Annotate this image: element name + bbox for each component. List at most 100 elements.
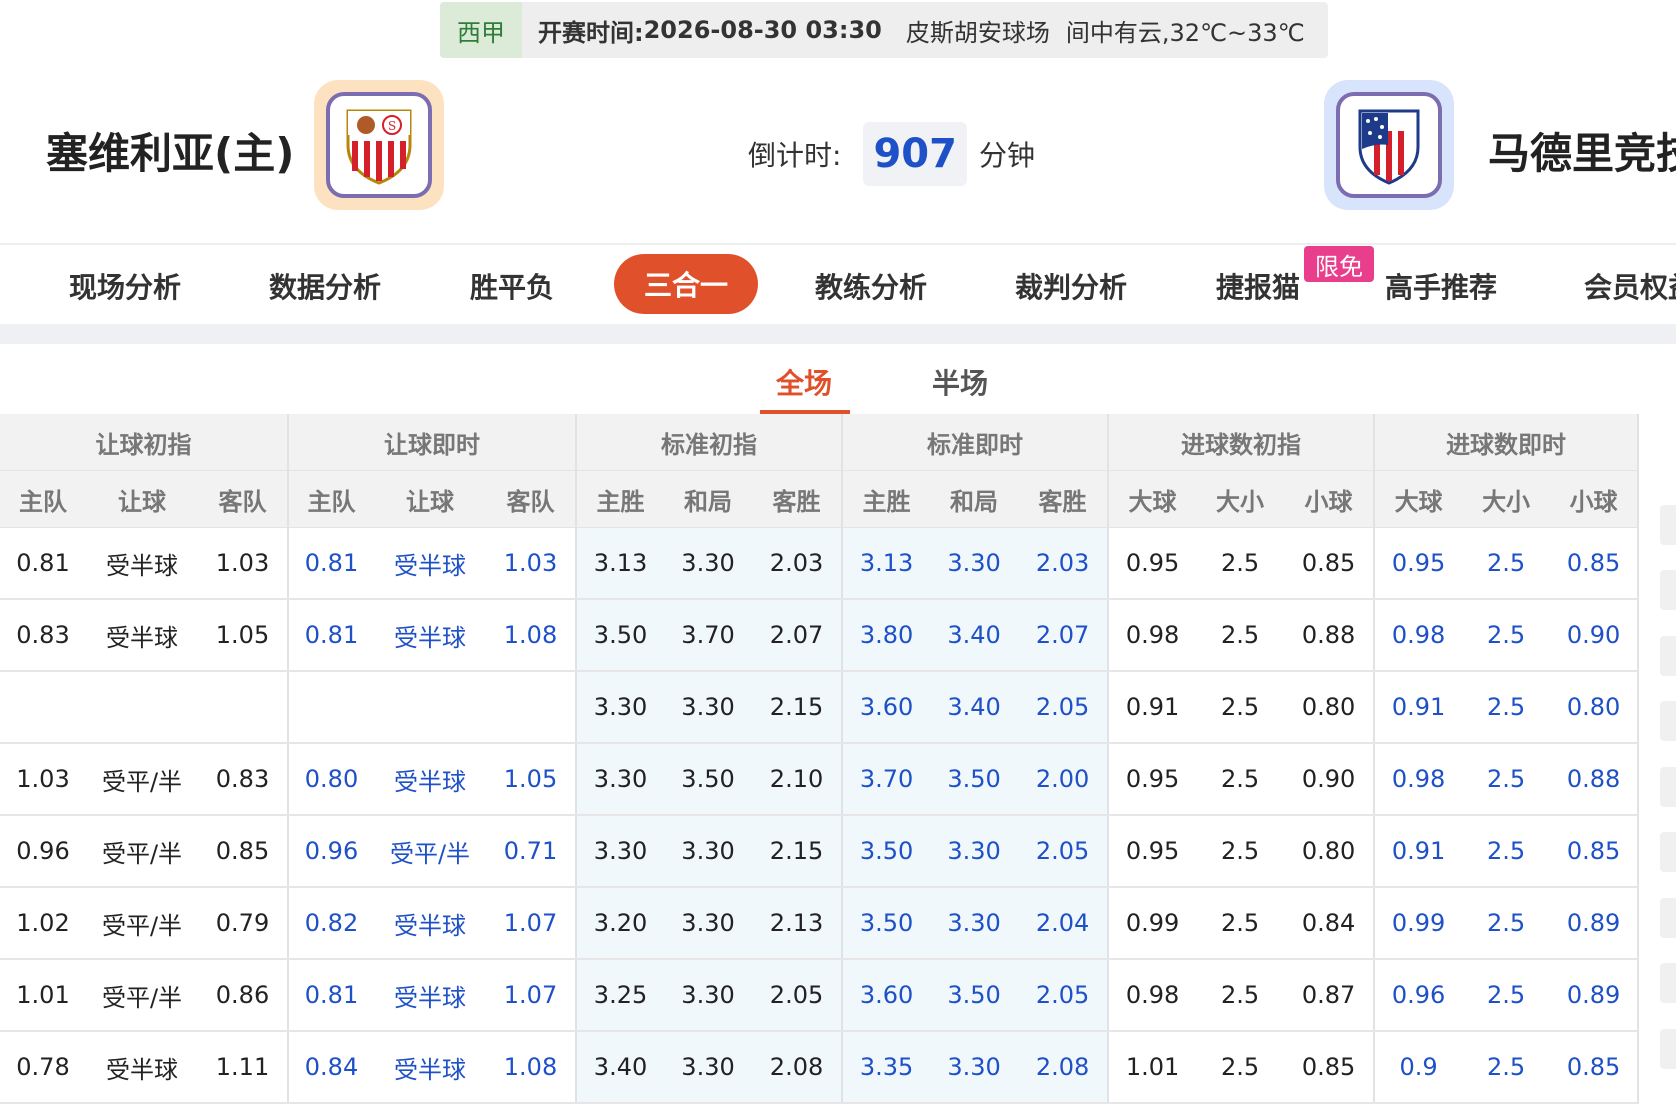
subtab-half-match[interactable]: 半场	[932, 362, 988, 402]
subtab-full-match[interactable]: 全场	[776, 362, 832, 402]
away-team-crest[interactable]	[1324, 80, 1454, 210]
odds-body: 0.81 受半球 1.03 0.81 受半球 1.03 3.13 3.30 2.03 3.13 3.…	[0, 527, 1640, 1104]
odds-cell: 0.95	[1108, 527, 1197, 600]
odds-cell: 0.81	[0, 527, 86, 600]
odds-cell: 2.5	[1462, 887, 1551, 960]
away-team-name[interactable]: 马德里竞技	[1488, 120, 1676, 181]
odds-cell: 3.40	[930, 671, 1019, 744]
table-row[interactable]: 0.78 受半球 1.11 0.84 受半球 1.08 3.40 3.30 2.08 3.35 3.…	[0, 1031, 1640, 1104]
tab-coach-analysis[interactable]: 教练分析	[786, 254, 956, 318]
odds-cell: 0.99	[1374, 887, 1463, 960]
odds-cell: 2.07	[1018, 599, 1110, 672]
column-header: 小球	[1550, 470, 1640, 528]
tab-data-analysis[interactable]: 数据分析	[240, 254, 410, 318]
odds-cell: 2.5	[1196, 959, 1285, 1032]
odds-cell: 0.81	[288, 599, 374, 672]
odds-cell: 3.30	[664, 887, 753, 960]
kickoff-label: 开赛时间:	[538, 18, 644, 47]
odds-cell: 0.85	[1284, 1031, 1376, 1104]
odds-cell	[198, 671, 289, 744]
table-row[interactable]: 3.30 3.30 2.15 3.60 3.40 2.05 0.91 2.5 0.80 0.91 2…	[0, 671, 1640, 744]
odds-cell: 受半球	[86, 527, 198, 600]
odds-cell: 2.5	[1462, 959, 1551, 1032]
table-row[interactable]: 0.81 受半球 1.03 0.81 受半球 1.03 3.13 3.30 2.03 3.13 3.…	[0, 527, 1640, 600]
odds-cell: 0.96	[0, 815, 86, 888]
odds-cell: 0.78	[0, 1031, 86, 1104]
odds-cell: 0.89	[1550, 959, 1640, 1032]
odds-cell: 3.13	[842, 527, 931, 600]
home-team-name[interactable]: 塞维利亚(主)	[46, 120, 294, 181]
odds-cell: 2.5	[1196, 887, 1285, 960]
tab-live-analysis[interactable]: 现场分析	[40, 254, 210, 318]
tab-expert-picks[interactable]: 高手推荐	[1356, 254, 1526, 318]
odds-cell: 0.82	[288, 887, 374, 960]
row-edge-marker	[1660, 898, 1676, 938]
table-row[interactable]: 0.96 受平/半 0.85 0.96 受平/半 0.71 3.30 3.30 2.15 3.50…	[0, 815, 1640, 888]
odds-cell: 0.98	[1108, 959, 1197, 1032]
odds-cell: 2.5	[1462, 671, 1551, 744]
column-header: 客队	[486, 470, 578, 528]
column-header: 让球	[86, 470, 198, 528]
odds-cell: 0.9	[1374, 1031, 1463, 1104]
odds-cell: 0.83	[198, 743, 289, 816]
odds-cell: 2.04	[1018, 887, 1110, 960]
odds-cell: 1.08	[486, 1031, 578, 1104]
odds-cell: 0.96	[288, 815, 374, 888]
tab-three-in-one[interactable]: 三合一	[614, 254, 758, 314]
group-header: 标准初指	[576, 414, 844, 471]
table-row[interactable]: 0.83 受半球 1.05 0.81 受半球 1.08 3.50 3.70 2.07 3.80 3.…	[0, 599, 1640, 672]
odds-cell: 0.71	[486, 815, 578, 888]
table-row[interactable]: 1.01 受平/半 0.86 0.81 受半球 1.07 3.25 3.30 2.05 3.60 3…	[0, 959, 1640, 1032]
odds-cell: 受平/半	[86, 887, 198, 960]
tab-win-draw-loss[interactable]: 胜平负	[440, 254, 584, 318]
odds-cell: 3.30	[576, 815, 665, 888]
odds-cell: 0.85	[198, 815, 289, 888]
column-header: 主胜	[842, 470, 931, 528]
odds-cell: 受半球	[86, 1031, 198, 1104]
table-row[interactable]: 1.03 受平/半 0.83 0.80 受半球 1.05 3.30 3.50 2.10 3.70 3…	[0, 743, 1640, 816]
column-header: 主队	[288, 470, 374, 528]
row-edge-marker	[1660, 767, 1676, 807]
odds-cell: 受半球	[374, 959, 486, 1032]
column-header: 大球	[1108, 470, 1197, 528]
row-edge-marker	[1660, 1029, 1676, 1069]
divider	[0, 243, 1676, 245]
odds-cell: 1.08	[486, 599, 578, 672]
odds-cell: 0.95	[1374, 527, 1463, 600]
odds-cell: 受平/半	[374, 815, 486, 888]
match-info-bar: 西甲 开赛时间: 2026-08-30 03:30 皮斯胡安球场 间中有云,32…	[440, 2, 1328, 58]
odds-cell: 3.30	[930, 815, 1019, 888]
odds-cell	[86, 671, 198, 744]
svg-text:S: S	[388, 119, 396, 133]
column-header: 大小	[1462, 470, 1551, 528]
odds-cell: 3.70	[842, 743, 931, 816]
odds-cell: 0.91	[1374, 671, 1463, 744]
odds-cell: 0.88	[1550, 743, 1640, 816]
odds-cell: 3.30	[664, 1031, 753, 1104]
odds-cell: 2.08	[752, 1031, 844, 1104]
tab-membership[interactable]: 会员权益	[1548, 254, 1676, 318]
column-header: 和局	[930, 470, 1019, 528]
odds-cell: 受半球	[374, 1031, 486, 1104]
table-group-header: 让球初指 让球即时 标准初指 标准即时 进球数初指 进球数即时	[0, 414, 1640, 471]
group-header: 让球即时	[288, 414, 578, 471]
odds-cell: 受平/半	[86, 815, 198, 888]
tab-referee-analysis[interactable]: 裁判分析	[986, 254, 1156, 318]
row-edge-marker	[1660, 832, 1676, 872]
odds-cell: 1.11	[198, 1031, 289, 1104]
odds-cell: 2.15	[752, 671, 844, 744]
odds-cell: 3.80	[842, 599, 931, 672]
table-row[interactable]: 1.02 受平/半 0.79 0.82 受半球 1.07 3.20 3.30 2.13 3.50 3…	[0, 887, 1640, 960]
odds-cell: 2.03	[1018, 527, 1110, 600]
column-header: 让球	[374, 470, 486, 528]
column-header: 客胜	[1018, 470, 1110, 528]
column-header: 大小	[1196, 470, 1285, 528]
column-header: 客队	[198, 470, 289, 528]
odds-cell: 0.89	[1550, 887, 1640, 960]
league-badge[interactable]: 西甲	[440, 2, 522, 58]
weather: 间中有云,32℃~33℃	[1065, 18, 1305, 47]
home-team-crest[interactable]: S	[314, 80, 444, 210]
countdown-unit: 分钟	[978, 139, 1035, 172]
odds-cell: 0.81	[288, 527, 374, 600]
odds-cell: 0.91	[1374, 815, 1463, 888]
